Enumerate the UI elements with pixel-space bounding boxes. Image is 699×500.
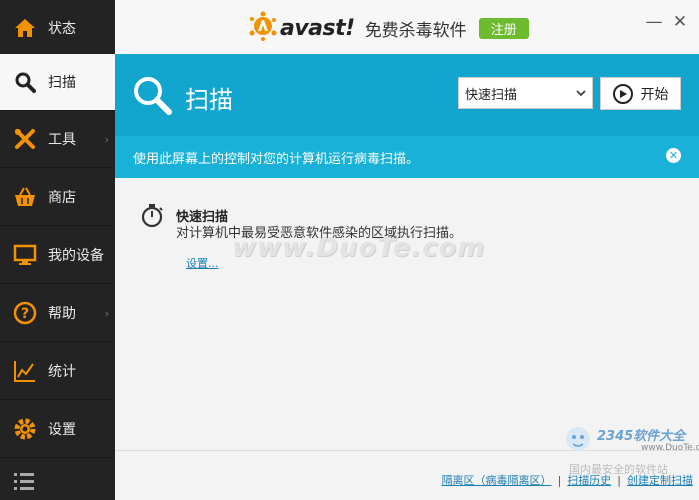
chevron-down-icon (576, 86, 586, 101)
start-label: 开始 (640, 86, 669, 103)
stopwatch-icon (140, 202, 164, 232)
sidebar-item-store[interactable]: 商店 (0, 169, 115, 226)
help-icon: ? (12, 300, 38, 326)
register-button[interactable]: 注册 (478, 17, 529, 39)
corner-watermark-brand: 2345软件大全 (597, 429, 686, 444)
play-icon (612, 83, 633, 104)
separator: | (557, 473, 562, 487)
sidebar-item-label: 统计 (48, 364, 76, 380)
sidebar-item-status[interactable]: 状态 (0, 0, 115, 57)
scan-history-link[interactable]: 扫描历史 (567, 472, 611, 488)
sidebar-item-help[interactable]: ? 帮助 › (0, 285, 115, 342)
sidebar-item-label: 工具 (48, 132, 76, 148)
sidebar-item-scan[interactable]: 扫描 (0, 54, 115, 111)
stats-icon (12, 358, 38, 384)
minimize-button[interactable]: — (644, 12, 664, 32)
custom-scan-link[interactable]: 创建定制扫描 (627, 472, 693, 488)
home-icon (12, 15, 38, 41)
start-scan-button[interactable]: 开始 (600, 77, 681, 110)
separator: | (617, 473, 621, 487)
svg-text:?: ? (21, 306, 29, 322)
list-menu-icon[interactable] (12, 470, 38, 492)
search-icon (12, 69, 38, 95)
sidebar-item-label: 状态 (48, 21, 76, 37)
sidebar-item-label: 扫描 (48, 75, 76, 91)
sidebar-item-label: 设置 (48, 422, 76, 438)
quick-scan-description: 对计算机中最易受恶意软件感染的区域执行扫描。 (176, 226, 463, 241)
titlebar: avast! 免费杀毒软件 注册 — ✕ (115, 0, 699, 54)
mascot-icon (566, 427, 590, 451)
avast-ball-icon (248, 11, 278, 45)
tools-icon (12, 126, 38, 152)
close-icon[interactable]: ✕ (666, 148, 681, 163)
scan-settings-link[interactable]: 设置... (186, 255, 219, 271)
page-title: 扫描 (185, 86, 233, 114)
close-button[interactable]: ✕ (670, 12, 690, 32)
sidebar-item-settings[interactable]: 设置 (0, 401, 115, 458)
scan-header: 扫描 快速扫描 开始 (115, 54, 699, 136)
sidebar-item-label: 帮助 (48, 306, 76, 322)
app-logo: avast! 免费杀毒软件 注册 (248, 11, 529, 45)
sidebar-item-devices[interactable]: 我的设备 (0, 227, 115, 284)
monitor-icon (12, 242, 38, 268)
search-icon (131, 74, 173, 120)
footer-links: 隔离区（病毒隔离区） | 扫描历史 | 创建定制扫描 (442, 472, 693, 488)
scan-content: www.DuoTe.com 快速扫描 对计算机中最易受恶意软件感染的区域执行扫描… (115, 178, 699, 450)
sidebar-item-label: 商店 (48, 190, 76, 206)
sidebar: 状态 扫描 工具 › 商店 我的设备 ? 帮助 › 统计 设置 (0, 0, 115, 500)
chevron-right-icon: › (104, 306, 109, 320)
footer: 2345软件大全 www.DuoTe.com 国内最安全的软件站 隔离区（病毒隔… (115, 427, 699, 500)
chevron-right-icon: › (104, 132, 109, 146)
gear-icon (12, 416, 38, 442)
logo-text: avast! (280, 15, 355, 41)
scan-type-select[interactable]: 快速扫描 (458, 77, 593, 109)
scan-type-value: 快速扫描 (465, 87, 518, 103)
sidebar-item-stats[interactable]: 统计 (0, 343, 115, 400)
info-text: 使用此屏幕上的控制对您的计算机运行病毒扫描。 (133, 152, 420, 167)
quarantine-link[interactable]: 隔离区（病毒隔离区） (442, 472, 552, 488)
basket-icon (12, 184, 38, 210)
sidebar-item-tools[interactable]: 工具 › (0, 111, 115, 168)
corner-watermark-url: www.DuoTe.com (641, 443, 699, 453)
sidebar-item-label: 我的设备 (48, 248, 104, 264)
product-name: 免费杀毒软件 (364, 20, 467, 41)
info-bar: 使用此屏幕上的控制对您的计算机运行病毒扫描。 ✕ (115, 136, 699, 178)
